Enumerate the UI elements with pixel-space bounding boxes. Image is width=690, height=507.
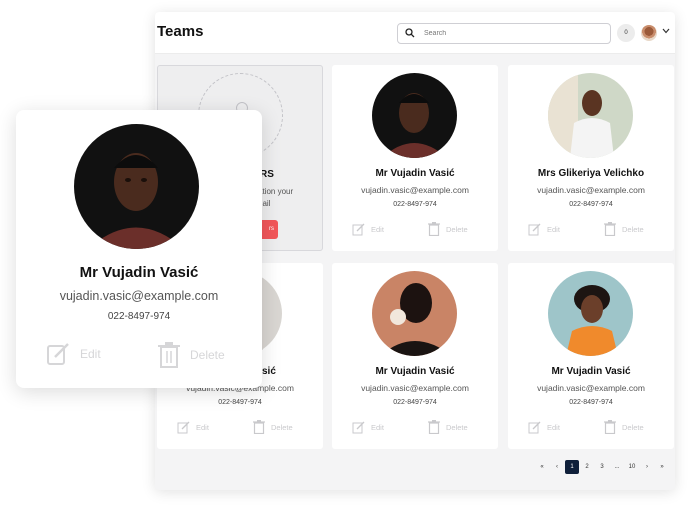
last-page-button[interactable]: » (655, 460, 669, 474)
edit-icon (528, 421, 541, 433)
page-button[interactable]: 1 (565, 460, 579, 474)
member-email: vujadin.vasic@example.com (59, 289, 219, 303)
page-button[interactable]: 10 (625, 460, 639, 474)
member-card: Mr Vujadin Vasić vujadin.vasic@example.c… (508, 263, 674, 449)
delete-label: Delete (271, 422, 293, 432)
edit-icon (47, 343, 69, 365)
edit-button[interactable]: Edit (528, 221, 560, 237)
member-email: vujadin.vasic@example.com (537, 185, 645, 195)
next-page-button[interactable]: › (640, 460, 654, 474)
trash-icon (604, 420, 616, 434)
first-page-button[interactable]: « (535, 460, 549, 474)
edit-label: Edit (371, 224, 384, 234)
member-phone: 022-8497-974 (393, 201, 437, 208)
trash-icon (604, 222, 616, 236)
trash-icon (253, 420, 265, 434)
member-phone: 022-8497-974 (569, 201, 613, 208)
featured-member-card: Mr Vujadin Vasić vujadin.vasic@example.c… (16, 110, 262, 388)
edit-label: Edit (80, 347, 101, 361)
member-name: Mr Vujadin Vasić (551, 366, 631, 377)
notification-badge[interactable]: 0 (617, 24, 635, 42)
member-name: Mr Vujadin Vasić (79, 264, 199, 281)
page-title: Teams (157, 23, 204, 40)
edit-button[interactable]: Edit (352, 221, 384, 237)
edit-label: Edit (547, 224, 560, 234)
delete-button[interactable]: Delete (604, 419, 644, 435)
add-card-heading: RS (260, 169, 274, 180)
member-name: Mr Vujadin Vasić (375, 168, 455, 179)
member-phone: 022-8497-974 (393, 399, 437, 406)
delete-button[interactable]: Delete (428, 221, 468, 237)
edit-button[interactable]: Edit (352, 419, 384, 435)
member-avatar (372, 271, 457, 356)
delete-button[interactable]: Delete (428, 419, 468, 435)
member-card: Mr Vujadin Vasić vujadin.vasic@example.c… (332, 263, 498, 449)
delete-label: Delete (622, 422, 644, 432)
delete-label: Delete (446, 422, 468, 432)
trash-icon (428, 420, 440, 434)
add-card-text: ation your (258, 187, 294, 196)
member-avatar (548, 73, 633, 158)
delete-label: Delete (446, 224, 468, 234)
edit-label: Edit (371, 422, 384, 432)
delete-button[interactable]: Delete (604, 221, 644, 237)
member-email: vujadin.vasic@example.com (361, 383, 469, 393)
member-card: Mr Vujadin Vasić vujadin.vasic@example.c… (332, 65, 498, 251)
edit-icon (352, 421, 365, 433)
member-card: Mrs Glikeriya Velichko vujadin.vasic@exa… (508, 65, 674, 251)
member-avatar (548, 271, 633, 356)
member-avatar (372, 73, 457, 158)
member-name: Mrs Glikeriya Velichko (537, 168, 645, 179)
edit-label: Edit (196, 422, 209, 432)
trash-icon (428, 222, 440, 236)
search-input[interactable] (424, 26, 604, 41)
member-phone: 022-8497-974 (569, 399, 613, 406)
edit-button[interactable]: Edit (528, 419, 560, 435)
page-ellipsis: ... (614, 464, 620, 470)
chevron-down-icon[interactable] (662, 28, 670, 34)
top-bar: Teams 0 (155, 12, 675, 54)
member-phone: 022-8497-974 (218, 399, 262, 406)
edit-icon (352, 223, 365, 235)
edit-label: Edit (547, 422, 560, 432)
delete-button[interactable]: Delete (253, 419, 293, 435)
edit-button[interactable]: Edit (177, 419, 209, 435)
pagination: « ‹ 1 2 3 ... 10 › » (535, 460, 669, 474)
trash-icon (158, 342, 180, 368)
member-email: vujadin.vasic@example.com (537, 383, 645, 393)
delete-label: Delete (622, 224, 644, 234)
page-button[interactable]: 3 (595, 460, 609, 474)
search-box[interactable] (397, 23, 611, 44)
edit-button[interactable]: Edit (46, 342, 101, 366)
prev-page-button[interactable]: ‹ (550, 460, 564, 474)
delete-button[interactable]: Delete (158, 342, 225, 368)
search-icon (405, 28, 415, 38)
member-email: vujadin.vasic@example.com (361, 185, 469, 195)
edit-icon (528, 223, 541, 235)
edit-icon (177, 421, 190, 433)
member-name: Mr Vujadin Vasić (375, 366, 455, 377)
member-avatar (74, 124, 199, 249)
user-avatar[interactable] (641, 25, 657, 41)
page-button[interactable]: 2 (580, 460, 594, 474)
delete-label: Delete (190, 348, 225, 362)
teams-screen: Teams 0 RS ation your nail rs Mr Vujadin… (0, 0, 690, 507)
member-phone: 022-8497-974 (107, 311, 171, 322)
